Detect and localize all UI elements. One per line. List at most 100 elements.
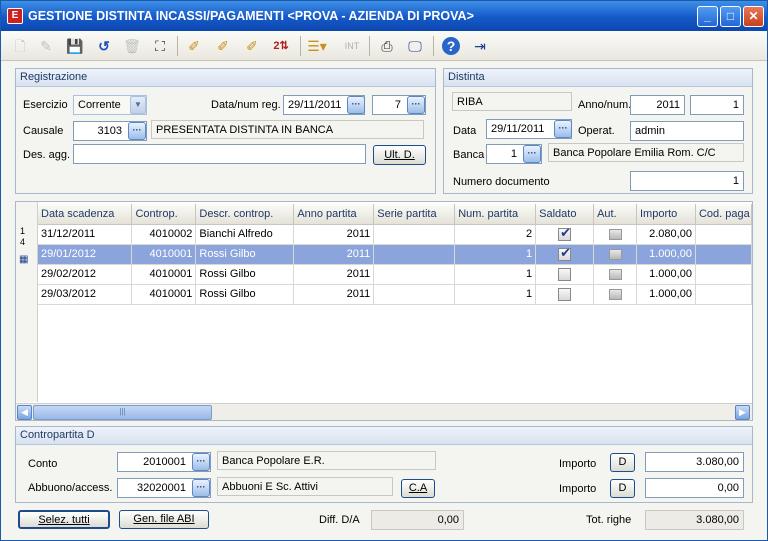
grid-cell-anno[interactable]: 2011 (293, 224, 375, 245)
saldato-checkbox[interactable] (558, 245, 572, 261)
grid-cell-aut[interactable] (593, 264, 637, 285)
grid-cell-data[interactable]: 31/12/2011 (38, 224, 133, 245)
table-row[interactable]: 29/01/20124010001Rossi Gilbo2011 1 1.000,0… (38, 244, 752, 265)
grid-cell-anno[interactable]: 2011 (293, 264, 375, 285)
grid-cell-descr[interactable]: Rossi Gilbo (195, 284, 295, 305)
new-doc-icon[interactable]: 🗋 (10, 36, 30, 56)
anno-field[interactable]: 2011 (630, 95, 685, 115)
table-row[interactable]: 31/12/20114010002Bianchi Alfredo2011 2 2.0… (38, 224, 752, 245)
importo-field-1[interactable]: 3.080,00 (645, 452, 744, 472)
grid-cell-descr[interactable]: Rossi Gilbo (195, 264, 295, 285)
grid-cell-num[interactable]: 1 (454, 244, 537, 265)
gen-file-abi-button[interactable]: Gen. file ABI (119, 510, 209, 529)
aut-checkbox[interactable] (608, 268, 622, 280)
close-button[interactable]: ✕ (743, 6, 764, 27)
grid-cell-aut[interactable] (593, 244, 637, 265)
grid-cell-cod[interactable] (695, 244, 752, 265)
grid-cell-aut[interactable] (593, 224, 637, 245)
column-header[interactable]: Saldato (535, 204, 595, 225)
save-icon[interactable]: 💾 (65, 36, 85, 56)
aut-checkbox[interactable] (608, 288, 622, 300)
grid-cell-saldato[interactable] (535, 244, 595, 265)
binoculars-icon[interactable]: ⛶ (150, 36, 170, 56)
aut-checkbox[interactable] (608, 248, 622, 260)
scroll-left-icon[interactable]: ◀ (17, 405, 32, 420)
scroll-right-icon[interactable]: ▶ (735, 405, 750, 420)
numero-documento-field[interactable]: 1 (630, 171, 744, 191)
num-reg-lookup-button[interactable]: ··· (407, 96, 425, 114)
abbuono-lookup-button[interactable]: ··· (192, 479, 210, 497)
horizontal-scrollbar[interactable]: ◀ ||| ▶ (16, 403, 752, 420)
des-agg-field[interactable] (73, 144, 366, 164)
grid-cell-importo[interactable]: 2.080,00 (636, 224, 696, 245)
grid-cell-saldato[interactable] (535, 224, 595, 245)
column-header[interactable]: Serie partita (373, 204, 456, 225)
grid-cell-serie[interactable] (373, 284, 456, 305)
causale-lookup-button[interactable]: ··· (128, 122, 146, 140)
pencil-3-icon[interactable]: ✐ (242, 36, 262, 56)
grid-cell-importo[interactable]: 1.000,00 (636, 244, 696, 265)
importo-field-2[interactable]: 0,00 (645, 478, 744, 498)
grid-cell-anno[interactable]: 2011 (293, 244, 375, 265)
column-header[interactable]: Descr. controp. (195, 204, 295, 225)
ult-d-button[interactable]: Ult. D. (373, 145, 426, 165)
grid-cell-controp[interactable]: 4010001 (131, 244, 197, 265)
grid-cell-num[interactable]: 1 (454, 284, 537, 305)
column-header[interactable]: Importo (636, 204, 696, 225)
grid-cell-cod[interactable] (695, 264, 752, 285)
grid-cell-controp[interactable]: 4010001 (131, 284, 197, 305)
column-header[interactable]: Data scadenza (38, 204, 133, 225)
delete-icon[interactable]: 🗑 (122, 36, 142, 56)
grid-cell-cod[interactable] (695, 224, 752, 245)
conto-lookup-button[interactable]: ··· (192, 453, 210, 471)
column-header[interactable]: Controp. (131, 204, 197, 225)
grid-cell-anno[interactable]: 2011 (293, 284, 375, 305)
selez-tutti-button[interactable]: Selez. tutti (18, 510, 110, 529)
minimize-button[interactable]: _ (697, 6, 718, 27)
maximize-button[interactable]: □ (720, 6, 741, 27)
list-icon[interactable]: ☰▾ (307, 36, 327, 56)
table-row[interactable]: 29/02/2012 4010001 Rossi Gilbo 2011 1 1.000,0… (38, 264, 752, 285)
print-icon[interactable]: ⎙ (377, 36, 397, 56)
grid-cell-num[interactable]: 1 (454, 264, 537, 285)
date-picker-button[interactable]: ··· (554, 120, 572, 138)
scrollbar-thumb[interactable]: ||| (33, 405, 212, 420)
grid-cell-importo[interactable]: 1.000,00 (636, 264, 696, 285)
grid-cell-saldato[interactable] (535, 284, 595, 305)
column-header[interactable]: Aut. (593, 204, 637, 225)
title-bar[interactable]: E GESTIONE DISTINTA INCASSI/PAGAMENTI <P… (1, 1, 767, 31)
grid-cell-serie[interactable] (373, 224, 456, 245)
grid-cell-serie[interactable] (373, 264, 456, 285)
pencil-2-icon[interactable]: ✐ (213, 36, 233, 56)
grid-cell-num[interactable]: 2 (454, 224, 537, 245)
operat-field[interactable]: admin (630, 121, 744, 141)
grid-cell-descr[interactable]: Rossi Gilbo (195, 244, 295, 265)
ca-button[interactable]: C.A (401, 479, 435, 498)
dare-avere-toggle-1[interactable]: D (610, 453, 635, 472)
saldato-checkbox[interactable] (558, 287, 572, 301)
grid-cell-importo[interactable]: 1.000,00 (636, 284, 696, 305)
2-icon[interactable]: 2⇅ (271, 36, 291, 56)
undo-icon[interactable]: ↺ (94, 36, 114, 56)
dare-avere-toggle-2[interactable]: D (610, 479, 635, 498)
grid-cell-cod[interactable] (695, 284, 752, 305)
aut-checkbox[interactable] (608, 228, 622, 240)
chevron-down-icon[interactable]: ▼ (130, 96, 146, 114)
grid-cell-descr[interactable]: Bianchi Alfredo (195, 224, 295, 245)
grid-cell-data[interactable]: 29/03/2012 (38, 284, 133, 305)
column-header[interactable]: Num. partita (454, 204, 537, 225)
date-picker-button[interactable]: ··· (347, 96, 365, 114)
grid-cell-serie[interactable] (373, 244, 456, 265)
column-header[interactable]: Cod. paga (695, 204, 752, 225)
grid-cell-controp[interactable]: 4010002 (131, 224, 197, 245)
saldato-checkbox[interactable] (558, 267, 572, 281)
monitor-icon[interactable]: 🖵 (405, 36, 425, 56)
open-icon[interactable]: ✎ (36, 36, 56, 56)
help-icon[interactable]: ? (442, 37, 460, 55)
int-icon[interactable]: INT (342, 36, 362, 56)
banca-lookup-button[interactable]: ··· (523, 145, 541, 163)
table-row[interactable]: 29/03/2012 4010001 Rossi Gilbo 2011 1 1.000,0… (38, 284, 752, 305)
grid-cell-saldato[interactable] (535, 264, 595, 285)
grid-cell-controp[interactable]: 4010001 (131, 264, 197, 285)
saldato-checkbox[interactable] (558, 225, 572, 241)
